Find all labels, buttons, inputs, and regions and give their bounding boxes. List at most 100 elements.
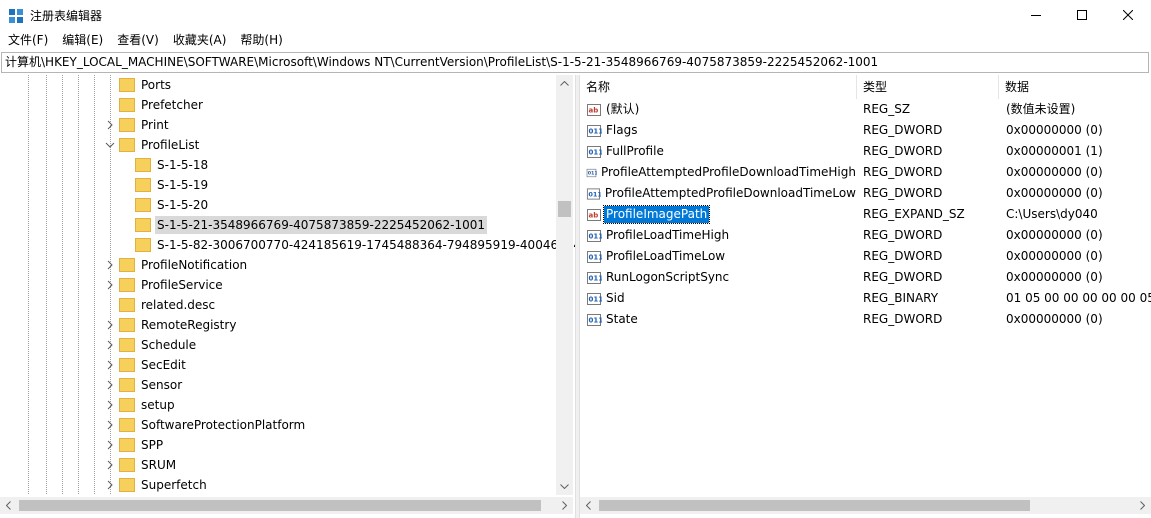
chevron-down-icon[interactable] [105,140,115,150]
tree-node[interactable]: ProfileNotification [107,255,249,275]
chevron-right-icon[interactable] [105,440,115,450]
svg-text:011: 011 [589,253,603,261]
list-row[interactable]: 011 RunLogonScriptSync REG_DWORD 0x00000000… [580,267,1151,288]
list-row[interactable]: ab ProfileImagePath REG_EXPAND_SZ C:\Users\… [580,204,1151,225]
menu-edit[interactable]: 编辑(E) [54,30,109,51]
value-type: REG_DWORD [863,228,943,242]
chevron-right-icon[interactable] [105,360,115,370]
value-data: 01 05 00 00 00 00 00 05 [1006,291,1151,305]
chevron-right-icon[interactable] [105,420,115,430]
tree-node[interactable]: setup [107,395,177,415]
tree-node[interactable]: ProfileService [107,275,225,295]
chevron-right-icon[interactable] [105,120,115,130]
chevron-right-icon[interactable] [105,380,115,390]
tree-node[interactable]: Sensor [107,375,184,395]
scroll-right-icon[interactable] [556,497,573,514]
scroll-left-icon[interactable] [580,497,597,514]
tree-node-label: Ports [141,78,172,92]
tree-node[interactable]: SoftwareProtectionPlatform [107,415,307,435]
menu-file[interactable]: 文件(F) [0,30,54,51]
binary-value-icon: 011 [587,145,602,158]
tree-node[interactable]: Print [107,115,171,135]
column-header-name[interactable]: 名称 [580,75,857,99]
list-row[interactable]: 011 ProfileLoadTimeLow REG_DWORD 0x00000000… [580,246,1151,267]
list-row[interactable]: 011 FullProfile REG_DWORD 0x00000001 (1) [580,141,1151,162]
list-row[interactable]: 011 Sid REG_BINARY 01 05 00 00 00 00 00 05 [580,288,1151,309]
tree-node[interactable]: S-1-5-18 [135,155,210,175]
window-title: 注册表编辑器 [30,9,103,23]
column-header-type[interactable]: 类型 [857,75,999,99]
scroll-left-icon[interactable] [0,497,17,514]
key-tree[interactable]: Ports Prefetcher Print ProfileList S-1-5-18 S… [0,75,575,518]
tree-node-label: S-1-5-19 [157,178,209,192]
tree-vertical-scrollbar[interactable] [556,75,573,495]
tree-horizontal-scrollbar[interactable] [0,497,573,514]
binary-value-icon: 011 [586,168,597,177]
list-row[interactable]: 011 ProfileAttemptedProfileDownloadTimeHi… [580,162,1151,183]
tree-node[interactable]: Ports [119,75,173,95]
tree-node[interactable]: S-1-5-19 [135,175,210,195]
folder-icon [135,178,151,192]
folder-icon [119,438,135,452]
tree-node[interactable]: related.desc [119,295,217,315]
tree-node[interactable]: Prefetcher [119,95,205,115]
list-row[interactable]: ab (默认) REG_SZ (数值未设置) [580,99,1151,120]
tree-node-label: Print [141,118,169,132]
tree-node[interactable]: Schedule [107,335,198,355]
minimize-button[interactable] [1013,0,1059,30]
tree-node[interactable]: ProfileList [105,135,201,155]
list-row[interactable]: 011 ProfileLoadTimeHigh REG_DWORD 0x0000000… [580,225,1151,246]
chevron-right-icon[interactable] [105,400,115,410]
tree-node[interactable]: Superfetch [107,475,209,495]
chevron-right-icon[interactable] [105,480,115,490]
binary-value-icon: 011 [587,292,602,305]
value-data: 0x00000000 (0) [1006,186,1103,200]
folder-icon [119,118,135,132]
tree-node[interactable]: RemoteRegistry [107,315,238,335]
list-row[interactable]: 011 Flags REG_DWORD 0x00000000 (0) [580,120,1151,141]
maximize-button[interactable] [1059,0,1105,30]
list-row[interactable]: 011 State REG_DWORD 0x00000000 (0) [580,309,1151,330]
tree-node[interactable]: S-1-5-21-3548966769-4075873859-222545206… [135,215,488,235]
value-type: REG_DWORD [863,312,943,326]
chevron-right-icon[interactable] [105,260,115,270]
folder-icon [119,318,135,332]
menu-help[interactable]: 帮助(H) [232,30,288,51]
value-name: ProfileLoadTimeHigh [606,228,730,242]
tree-node[interactable]: SRUM [107,455,178,475]
scroll-right-icon[interactable] [1134,497,1151,514]
tree-hscroll-thumb[interactable] [19,500,541,511]
tree-node-label: Sensor [141,378,183,392]
scroll-up-icon[interactable] [556,75,573,92]
regedit-icon [9,9,23,23]
close-button[interactable] [1105,0,1151,30]
chevron-right-icon[interactable] [105,280,115,290]
tree-node-label: RemoteRegistry [141,318,237,332]
list-row[interactable]: 011 ProfileAttemptedProfileDownloadTimeLo… [580,183,1151,204]
folder-icon [135,158,151,172]
tree-node-label: Superfetch [141,478,207,492]
column-header-data[interactable]: 数据 [999,75,1151,99]
menu-view[interactable]: 查看(V) [109,30,165,51]
tree-node[interactable]: S-1-5-20 [135,195,210,215]
value-list[interactable]: 名称 类型 数据 ab (默认) REG_SZ (数值未设置) 011 Flags REG_… [580,75,1151,518]
menu-favorites[interactable]: 收藏夹(A) [165,30,233,51]
folder-icon [119,78,135,92]
svg-text:011: 011 [588,190,601,198]
chevron-right-icon[interactable] [105,460,115,470]
list-hscroll-thumb[interactable] [599,500,1030,511]
tree-node[interactable]: S-1-5-82-3006700770-424185619-1745488364… [135,235,575,255]
tree-node[interactable]: SecEdit [107,355,188,375]
folder-icon [119,258,135,272]
tree-node-label: SoftwareProtectionPlatform [141,418,306,432]
value-name: FullProfile [606,144,664,158]
value-type: REG_DWORD [863,123,943,137]
list-horizontal-scrollbar[interactable] [580,497,1151,514]
chevron-right-icon[interactable] [105,320,115,330]
tree-node[interactable]: SPP [107,435,165,455]
scroll-down-icon[interactable] [556,478,573,495]
tree-scroll-thumb[interactable] [558,201,571,217]
address-bar[interactable]: 计算机\HKEY_LOCAL_MACHINE\SOFTWARE\Microsof… [1,52,1149,73]
folder-icon [119,378,135,392]
chevron-right-icon[interactable] [105,340,115,350]
